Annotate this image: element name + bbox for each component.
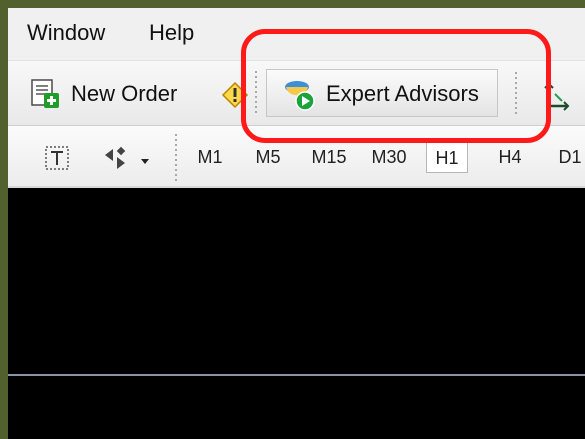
new-order-icon [26, 76, 62, 112]
new-order-button[interactable]: New Order [26, 76, 177, 112]
arrows-icon[interactable] [100, 144, 130, 174]
timeframe-m30[interactable]: M30 [368, 142, 410, 173]
expert-advisors-content: Expert Advisors [281, 76, 479, 112]
timeframe-d1[interactable]: D1 [549, 142, 585, 173]
timeframes-toolbar: M1 M5 M15 M30 H1 H4 D1 [8, 126, 585, 188]
standard-toolbar: New Order Expert Advisors [8, 61, 585, 126]
application-window: Window Help New Order Expert Advisors M1… [8, 8, 585, 439]
crosshair-icon[interactable] [540, 81, 570, 111]
toolbar-separator [255, 71, 257, 115]
window-frame: Window Help New Order Expert Advisors M1… [0, 0, 585, 439]
timeframe-h4[interactable]: H4 [489, 142, 531, 173]
menu-bar: Window Help [8, 8, 585, 61]
toolbar-separator-2 [515, 72, 517, 116]
text-icon[interactable] [42, 143, 72, 173]
chevron-down-icon[interactable] [140, 153, 150, 164]
expert-advisors-label: Expert Advisors [326, 81, 479, 106]
horizontal-line[interactable] [8, 374, 585, 376]
timeframe-m15[interactable]: M15 [308, 142, 350, 173]
timeframe-m5[interactable]: M5 [247, 142, 289, 173]
expert-advisors-button[interactable]: Expert Advisors [266, 69, 498, 117]
timeframe-m1[interactable]: M1 [189, 142, 231, 173]
expert-advisors-icon [281, 76, 317, 112]
menu-window[interactable]: Window [27, 20, 105, 46]
new-order-label: New Order [71, 81, 178, 106]
warning-icon[interactable] [221, 81, 249, 109]
menu-help[interactable]: Help [149, 20, 194, 46]
timeframe-h1[interactable]: H1 [426, 142, 468, 173]
chart-area[interactable] [8, 188, 585, 439]
toolbar-separator-3 [175, 134, 177, 181]
